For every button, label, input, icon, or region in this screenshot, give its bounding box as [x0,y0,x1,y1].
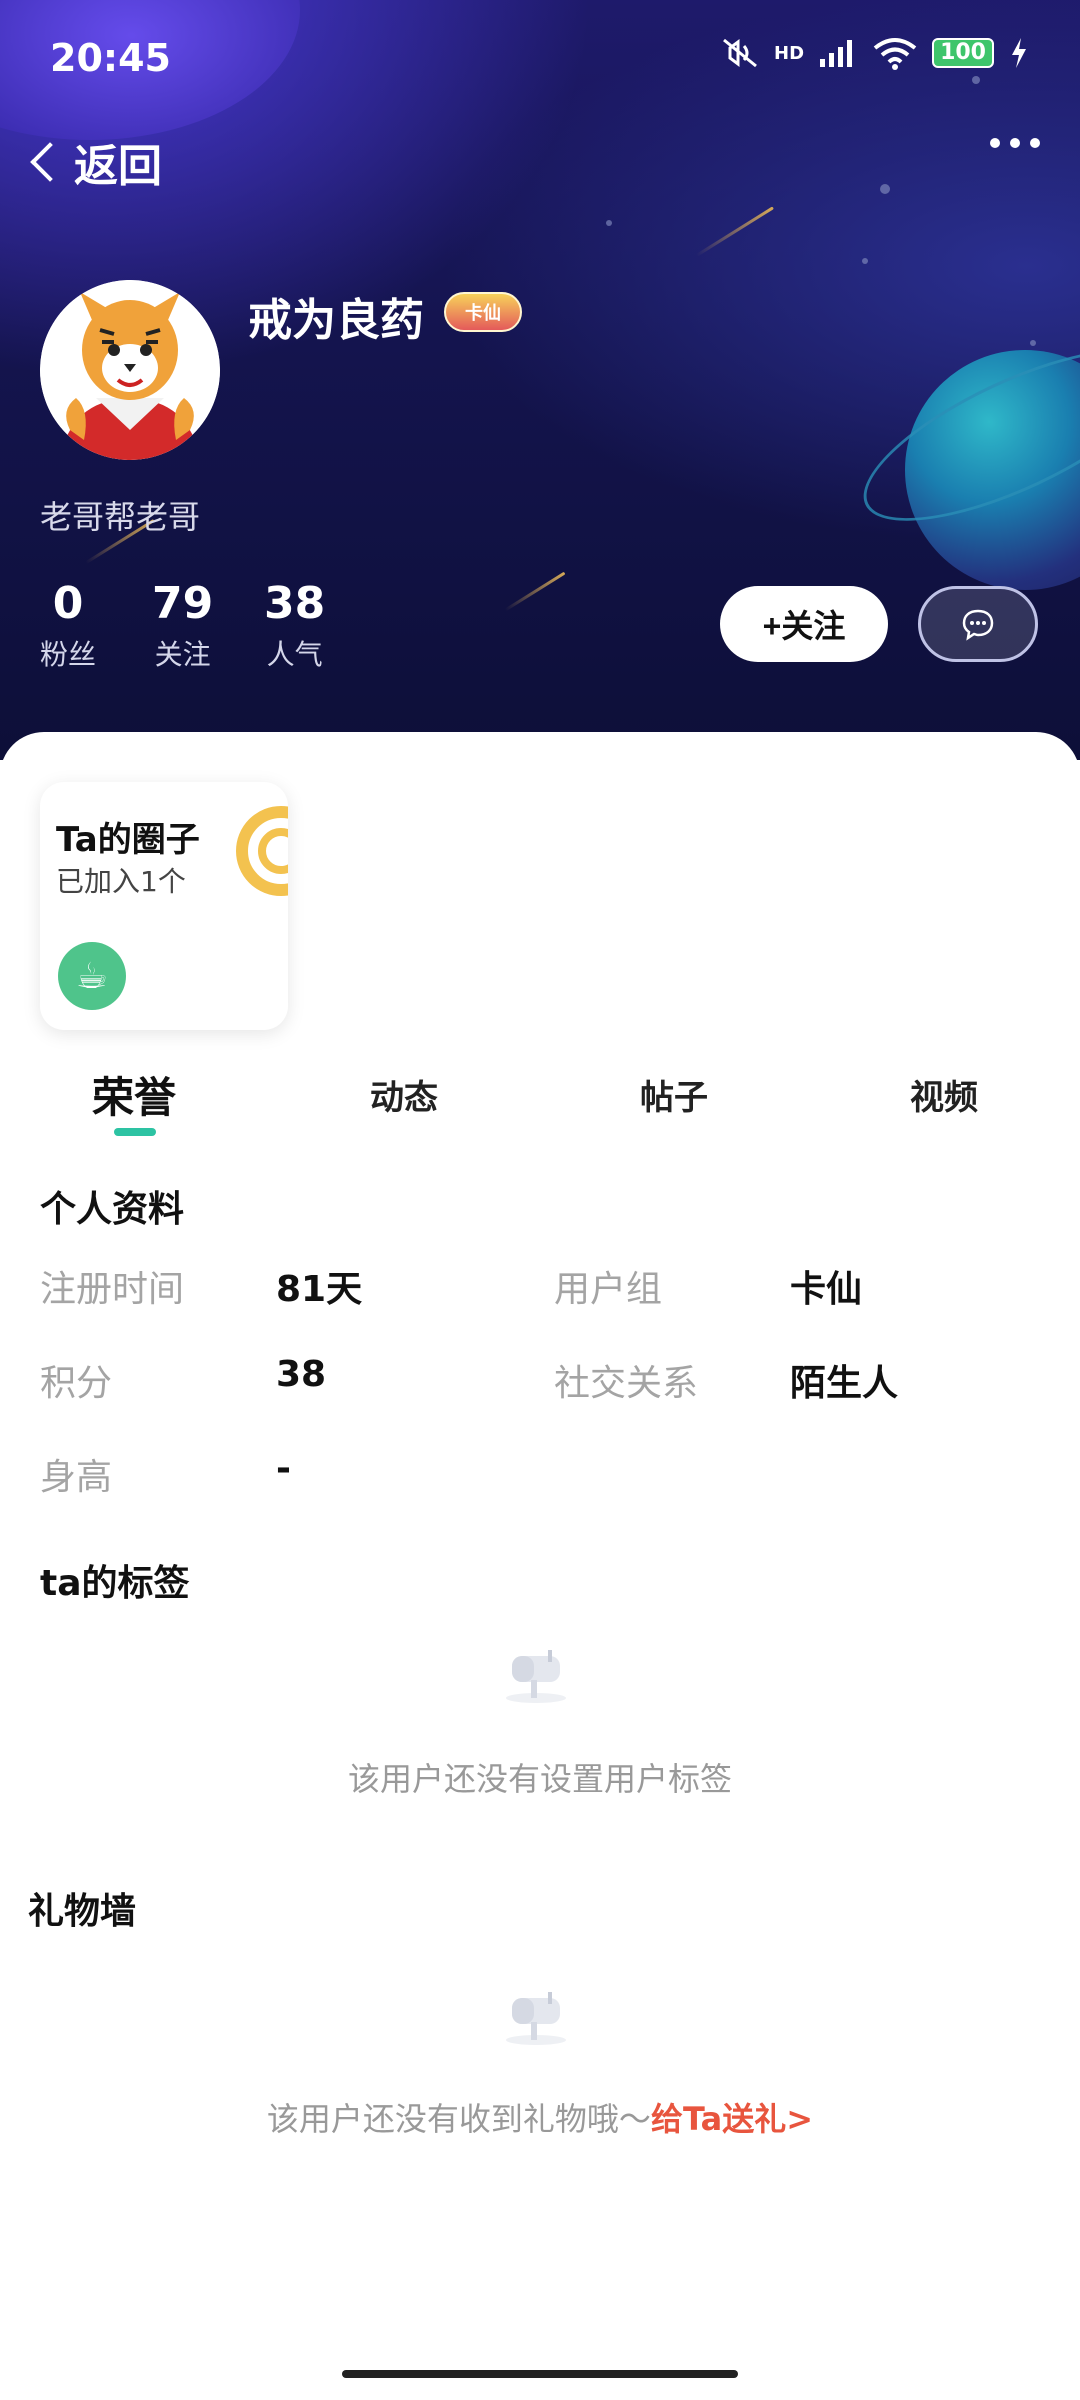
stat-label: 关注 [154,638,211,671]
stat-following[interactable]: 79 关注 [152,578,213,673]
charging-icon [1012,38,1026,68]
more-options-button[interactable] [990,138,1040,148]
stat-label: 人气 [266,638,323,671]
more-dot [1010,138,1020,148]
back-button[interactable]: 返回 [24,130,162,194]
field-value: - [276,1448,291,1489]
chevron-left-icon [30,142,70,182]
tab-honor[interactable]: 荣誉 [92,1064,176,1125]
meteor-streak [504,571,566,612]
field-label: 用户组 [554,1269,663,1310]
status-icons: HD 100 [720,36,1030,70]
mute-icon [723,38,757,68]
circle-card-subtitle: 已加入1个 [56,865,186,898]
stat-popularity[interactable]: 38 人气 [264,578,325,673]
tab-videos[interactable]: 视频 [910,1070,978,1119]
stat-number: 0 [52,578,84,629]
tab-posts[interactable]: 帖子 [640,1070,708,1119]
user-group-badge: 卡仙 [444,292,522,332]
tags-title: ta的标签 [40,1563,190,1604]
tags-empty-text: 该用户还没有设置用户标签 [347,1760,732,1798]
personal-info-title: 个人资料 [40,1189,185,1230]
more-dot [990,138,1000,148]
chat-bubble-icon [962,609,994,641]
stat-number: 79 [152,578,214,629]
tea-cup-icon[interactable]: ☕ [58,942,126,1010]
field-label: 身高 [40,1457,113,1498]
tiger-avatar-icon [40,280,220,460]
hd-label: HD [774,42,805,64]
star-dot [972,76,980,84]
back-label: 返回 [74,141,162,192]
stat-followers[interactable]: 0 粉丝 [40,578,96,673]
tab-activity[interactable]: 动态 [370,1070,438,1119]
star-dot [1030,340,1036,346]
avatar[interactable] [40,280,220,460]
gift-wall-title: 礼物墙 [28,1891,137,1932]
signal-icon [820,40,853,67]
profile-name: 戒为良药 [248,295,424,346]
more-dot [1030,138,1040,148]
status-time: 20:45 [50,36,171,80]
battery-indicator: 100 [932,38,994,68]
star-dot [606,220,612,226]
wifi-icon [873,38,917,70]
gift-empty-text: 该用户还没有收到礼物哦～给Ta送礼> [0,2094,1080,2140]
profile-tabs: 荣誉 动态 帖子 视频 [0,1054,1080,1134]
gift-empty-message: 该用户还没有收到礼物哦～ [266,2100,651,2138]
field-value: 卡仙 [790,1269,863,1310]
home-indicator[interactable] [342,2370,738,2378]
field-label: 社交关系 [554,1363,699,1404]
send-gift-link[interactable]: 给Ta送礼> [651,2100,813,2138]
field-value: 38 [276,1354,327,1395]
field-label: 注册时间 [40,1269,185,1310]
empty-mailbox-icon [506,1650,566,1703]
field-value: 81天 [276,1269,363,1310]
stat-label: 粉丝 [40,638,97,671]
field-value: 陌生人 [790,1363,899,1404]
circle-card[interactable]: Ta的圈子 已加入1个 ☕ [40,782,288,1030]
follow-button[interactable]: +关注 [720,586,888,662]
field-label: 积分 [40,1363,113,1404]
star-dot [880,184,890,194]
circle-card-title: Ta的圈子 [56,820,200,860]
message-button[interactable] [918,586,1038,662]
profile-bio: 老哥帮老哥 [40,498,201,536]
star-dot [862,258,868,264]
active-tab-indicator [114,1128,156,1136]
stat-number: 38 [264,578,326,629]
meteor-streak [696,206,774,257]
empty-mailbox-icon [506,1992,566,2045]
